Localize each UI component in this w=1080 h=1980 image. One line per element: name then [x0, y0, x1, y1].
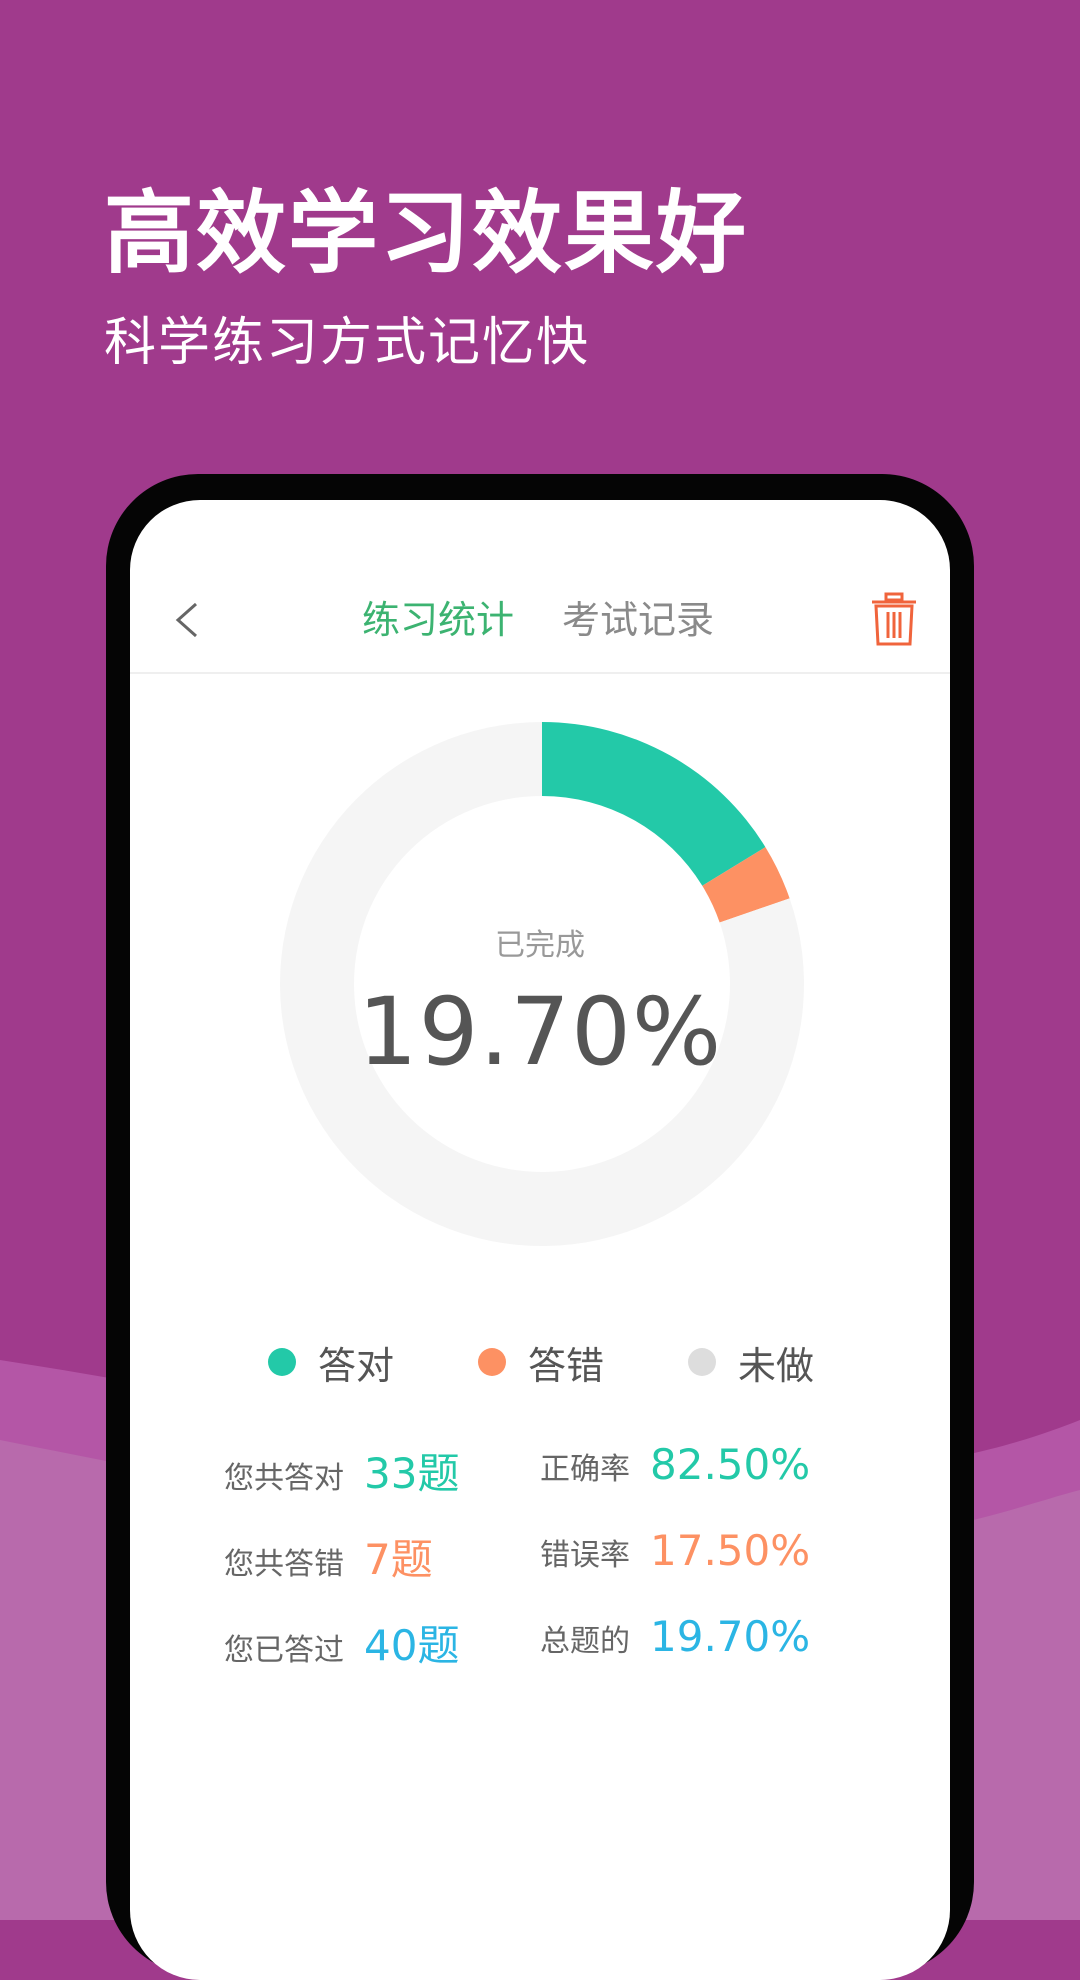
legend-dot-wrong	[478, 1348, 506, 1376]
tab-practice-stats[interactable]: 练习统计	[362, 596, 514, 644]
stat-value: 40题	[364, 1621, 460, 1670]
stat-value: 17.50%	[650, 1526, 811, 1575]
phone-screen: 练习统计 考试记录 已完成 19.70% 答对 答错 未做 您共答对 33题 正…	[130, 500, 950, 1980]
stat-label: 您已答过	[224, 1633, 344, 1668]
hero-subtitle: 科学练习方式记忆快	[104, 313, 591, 373]
trash-icon[interactable]	[870, 592, 918, 648]
stat-value: 19.70%	[650, 1612, 811, 1661]
stat-label: 正确率	[540, 1452, 630, 1487]
stat-label: 总题的	[540, 1624, 630, 1659]
legend-label: 答错	[528, 1343, 605, 1388]
navbar: 练习统计 考试记录	[130, 500, 950, 674]
stat-value: 7题	[364, 1535, 433, 1584]
legend-label: 答对	[318, 1343, 395, 1388]
legend-dot-undone	[688, 1348, 716, 1376]
phone-frame: 练习统计 考试记录 已完成 19.70% 答对 答错 未做 您共答对 33题 正…	[106, 474, 974, 1980]
legend-item-wrong: 答错	[478, 1332, 604, 1392]
stat-error-rate: 错误率 17.50%	[540, 1526, 810, 1575]
stat-value: 33题	[364, 1449, 460, 1498]
stat-label: 错误率	[540, 1538, 630, 1573]
hero-title: 高效学习效果好	[104, 181, 748, 286]
legend-label: 未做	[738, 1343, 815, 1388]
chart-legend: 答对 答错 未做	[130, 1332, 950, 1392]
donut-slice-0	[542, 722, 766, 886]
legend-dot-correct	[268, 1348, 296, 1376]
stat-label: 您共答错	[224, 1547, 344, 1582]
donut-center-value: 19.70%	[357, 978, 723, 1087]
stat-value: 82.50%	[650, 1440, 811, 1489]
donut-center-label: 已完成	[495, 928, 585, 963]
stat-completion-of-total: 总题的 19.70%	[540, 1612, 810, 1661]
legend-item-correct: 答对	[268, 1332, 394, 1392]
stat-accuracy-rate: 正确率 82.50%	[540, 1440, 810, 1489]
stat-total-answered: 您已答过 40题	[224, 1612, 459, 1673]
chevron-left-icon[interactable]	[168, 598, 204, 642]
stat-label: 您共答对	[224, 1461, 344, 1496]
stat-total-wrong: 您共答错 7题	[224, 1526, 433, 1587]
tab-exam-records[interactable]: 考试记录	[562, 596, 714, 644]
stat-total-correct: 您共答对 33题	[224, 1440, 459, 1501]
legend-item-undone: 未做	[688, 1332, 814, 1392]
